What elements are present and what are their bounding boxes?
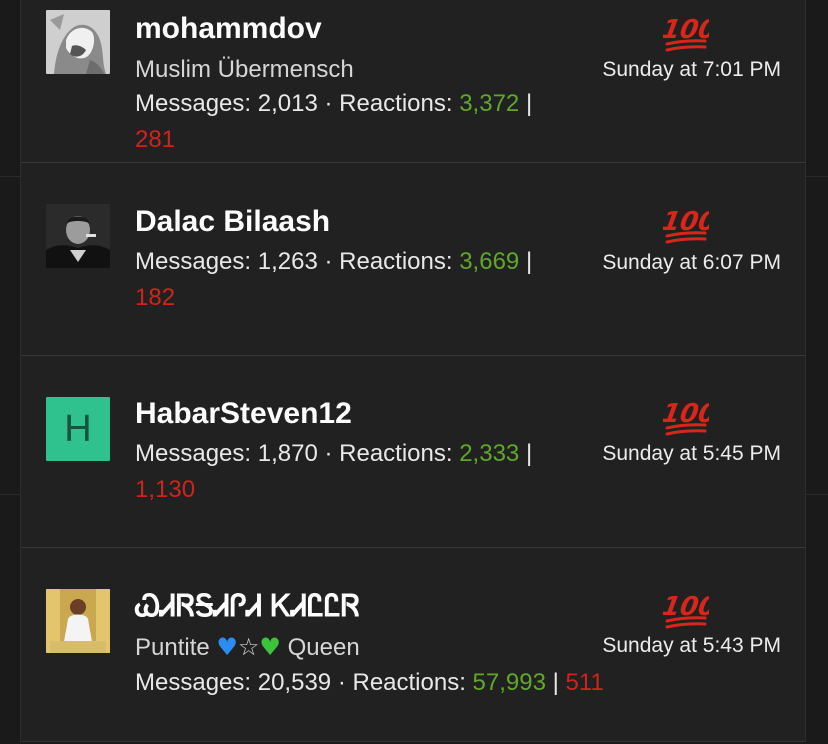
stats-separator: · [324,440,333,467]
messages-label: Messages: [135,669,252,696]
user-stats: Messages: 1,870 · Reactions: 2,333 | 1,1… [135,436,575,508]
reactions-positive: 2,333 [459,440,520,467]
reactions-label: Reactions: [339,440,453,467]
avatar[interactable] [46,589,110,653]
stats-separator: · [324,90,333,117]
hundred-points-icon: 100 [663,585,709,631]
user-title: Puntite ♥☆♥ Queen [135,633,360,662]
messages-label: Messages: [135,248,252,275]
avatar[interactable] [46,10,110,74]
reactions-positive: 57,993 [472,669,546,696]
avatar[interactable] [46,204,110,268]
avatar[interactable]: H [46,397,110,461]
hundred-points-icon: 100 [663,200,709,246]
title-suffix: Queen [287,634,360,661]
reactions-label: Reactions: [339,248,453,275]
reactions-divider: | [525,440,533,467]
list-item: ᏇᏗᏒᎦᏗᎵᏗ ᏦᏗᏝᏝᏒ Puntite ♥☆♥ Queen Messages… [21,548,805,742]
reactions-divider: | [525,248,533,275]
user-title: Muslim Übermensch [135,56,354,83]
reactions-label: Reactions: [352,669,466,696]
username[interactable]: ᏇᏗᏒᎦᏗᎵᏗ ᏦᏗᏝᏝᏒ [135,590,360,624]
timestamp[interactable]: Sunday at 5:43 PM [602,634,781,658]
reactions-negative: 511 [565,669,604,696]
hundred-points-icon: 100 [663,392,709,438]
reactions-positive: 3,669 [459,248,520,275]
blue-heart-icon: ♥ [216,633,238,661]
messages-count: 20,539 [257,669,332,696]
timestamp[interactable]: Sunday at 6:07 PM [602,251,781,275]
user-stats: Messages: 2,013 · Reactions: 3,372 | 281 [135,86,575,158]
green-heart-icon: ♥ [259,633,281,661]
stats-separator: · [324,248,333,275]
reactions-divider: | [525,90,533,117]
username[interactable]: HabarSteven12 [135,397,352,431]
star-icon: ☆ [237,634,260,661]
reactions-label: Reactions: [339,90,453,117]
username[interactable]: Dalac Bilaash [135,205,330,239]
messages-count: 2,013 [257,90,318,117]
reactions-positive: 3,372 [459,90,520,117]
title-text: Puntite [135,634,210,661]
messages-count: 1,263 [257,248,318,275]
messages-label: Messages: [135,90,252,117]
members-list-panel: mohammdov Muslim Übermensch Messages: 2,… [20,0,806,742]
timestamp[interactable]: Sunday at 7:01 PM [602,58,781,82]
list-item: mohammdov Muslim Übermensch Messages: 2,… [21,0,805,163]
reactions-negative: 281 [135,126,176,153]
list-item: H HabarSteven12 Messages: 1,870 · Reacti… [21,356,805,548]
reactions-divider: | [552,669,559,696]
hundred-points-icon: 100 [663,8,709,54]
reactions-negative: 1,130 [135,476,196,503]
user-stats: Messages: 20,539 · Reactions: 57,993 | 5… [135,665,695,701]
timestamp[interactable]: Sunday at 5:45 PM [602,442,781,466]
list-item: Dalac Bilaash Messages: 1,263 · Reaction… [21,163,805,356]
stats-separator: · [337,669,346,696]
user-stats: Messages: 1,263 · Reactions: 3,669 | 182 [135,244,575,316]
username[interactable]: mohammdov [135,12,322,46]
reactions-negative: 182 [135,284,176,311]
messages-count: 1,870 [257,440,318,467]
messages-label: Messages: [135,440,252,467]
